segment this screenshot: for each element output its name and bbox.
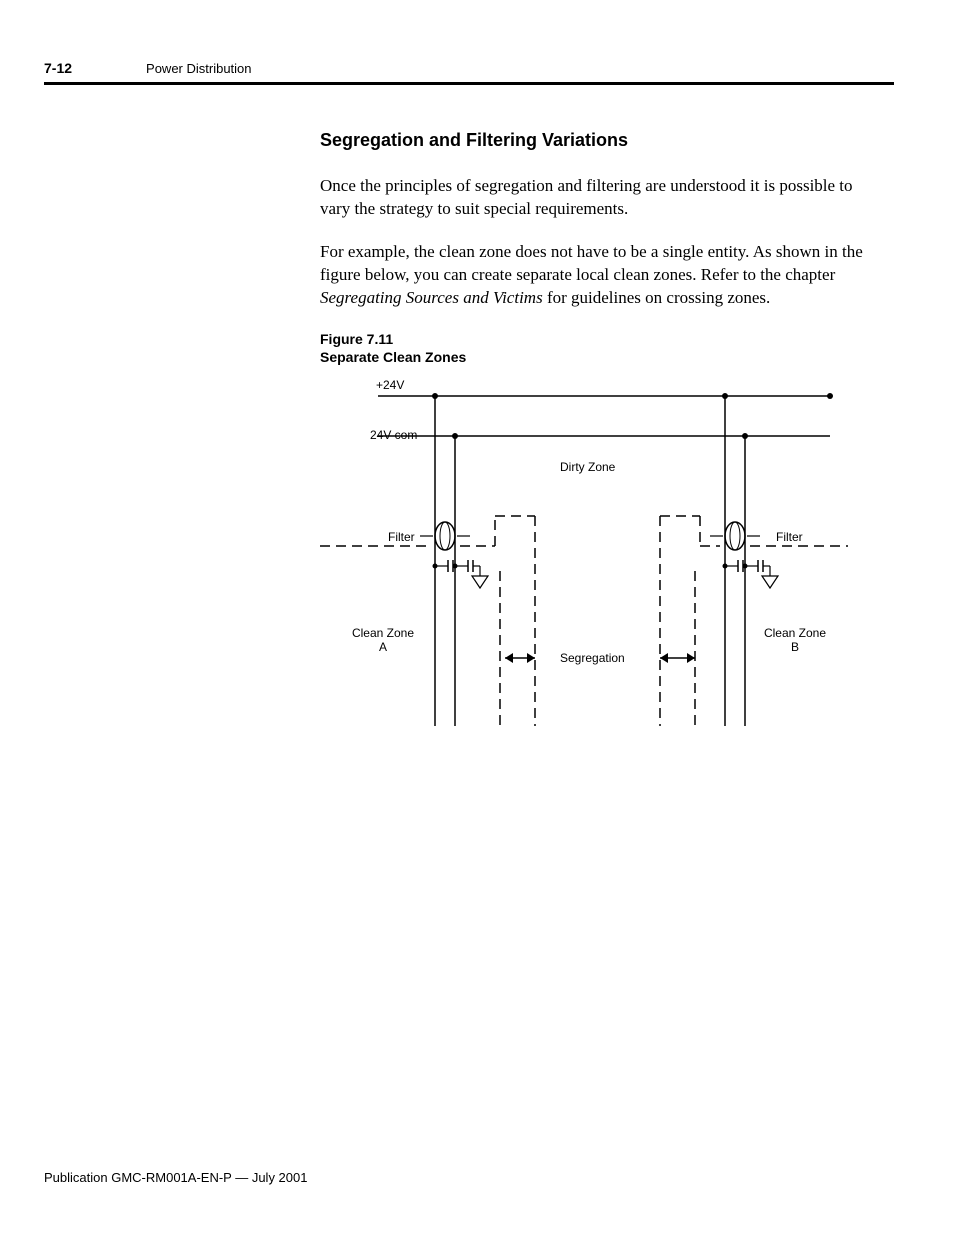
chapter-title: Power Distribution [146, 61, 252, 76]
page-number: 7-12 [44, 60, 72, 76]
label-24v: +24V [376, 378, 404, 392]
publication-footer: Publication GMC-RM001A-EN-P — July 2001 [44, 1170, 307, 1185]
content-block: Segregation and Filtering Variations Onc… [320, 130, 880, 746]
segregation-arrow-right-icon [660, 653, 695, 663]
label-clean-zone-b: Clean ZoneB [760, 626, 830, 655]
para2-part-a: For example, the clean zone does not hav… [320, 242, 863, 284]
label-dirty-zone: Dirty Zone [560, 460, 615, 474]
segregation-arrow-left-icon [505, 653, 535, 663]
figure-caption: Figure 7.11 Separate Clean Zones [320, 330, 880, 366]
label-clean-zone-a: Clean ZoneA [348, 626, 418, 655]
label-segregation: Segregation [560, 651, 625, 665]
section-heading: Segregation and Filtering Variations [320, 130, 880, 151]
page: 7-12 Power Distribution Segregation and … [0, 0, 954, 1235]
para2-part-b: for guidelines on crossing zones. [543, 288, 771, 307]
cap-ground-right-icon [723, 560, 779, 588]
label-filter-right: Filter [776, 530, 803, 544]
header-rule [44, 82, 894, 85]
figure-number: Figure 7.11 [320, 331, 393, 347]
figure-title: Separate Clean Zones [320, 349, 466, 365]
running-header: 7-12 Power Distribution [44, 60, 894, 78]
label-filter-left: Filter [388, 530, 415, 544]
para2-italic: Segregating Sources and Victims [320, 288, 543, 307]
paragraph-1: Once the principles of segregation and f… [320, 175, 880, 221]
label-24v-com: 24V com [370, 428, 417, 442]
cap-ground-left-icon [433, 560, 489, 588]
paragraph-2: For example, the clean zone does not hav… [320, 241, 880, 310]
figure-diagram: +24V 24V com Dirty Zone Filter Filter Cl… [320, 376, 880, 746]
